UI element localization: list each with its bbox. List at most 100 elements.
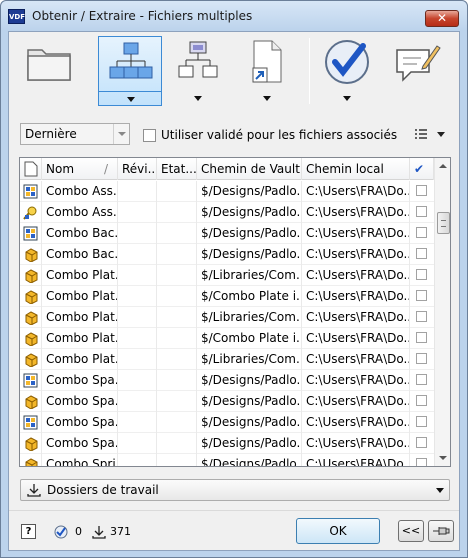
scrollbar-thumb[interactable]	[437, 212, 450, 234]
row-select-checkbox[interactable]	[416, 269, 427, 280]
row-type-cell	[20, 328, 42, 349]
row-revision	[118, 391, 157, 412]
file-type-column-header[interactable]	[20, 158, 42, 180]
row-name: Combo Ass...	[42, 181, 118, 202]
row-select-checkbox[interactable]	[416, 206, 427, 217]
version-select[interactable]: Dernière	[20, 123, 130, 145]
location-select[interactable]: Dossiers de travail	[20, 479, 450, 501]
row-revision	[118, 412, 157, 433]
pin-button[interactable]	[428, 520, 454, 542]
collapse-button[interactable]: <<	[398, 520, 424, 542]
row-select-checkbox[interactable]	[416, 311, 427, 322]
row-select-checkbox[interactable]	[416, 395, 427, 406]
use-released-checkbox[interactable]	[143, 129, 156, 142]
row-revision	[118, 223, 157, 244]
row-revision	[118, 202, 157, 223]
assembly-icon	[23, 415, 38, 430]
child-hierarchy-tool-button[interactable]	[166, 36, 230, 106]
table-row[interactable]: Combo Bac... $/Designs/Padlo... C:\Users\F…	[20, 223, 434, 244]
row-vault-path: $/Designs/Padlo...	[197, 202, 302, 223]
row-state	[157, 433, 197, 454]
table-row[interactable]: Combo Plat... $/Libraries/Com...C:\Users\…	[20, 265, 434, 286]
chevron-down-icon[interactable]	[436, 488, 444, 493]
row-revision	[118, 349, 157, 370]
help-button[interactable]: ?	[21, 524, 36, 539]
row-state	[157, 370, 197, 391]
vault-path-column-header[interactable]: Chemin de Vault	[197, 158, 302, 180]
grid-header: Nom / Révi... Etat... Chemin de Vault Ch…	[20, 158, 434, 180]
row-select-checkbox[interactable]	[416, 374, 427, 385]
close-button[interactable]: ✕	[425, 10, 459, 27]
checkout-tool-button[interactable]	[315, 36, 379, 106]
row-type-cell	[20, 202, 42, 223]
table-row[interactable]: Combo Plat... $/Combo Plate i...C:\Users\…	[20, 286, 434, 307]
part-icon	[25, 353, 38, 367]
row-type-cell	[20, 244, 42, 265]
state-column-header[interactable]: Etat...	[157, 158, 197, 180]
row-vault-path: $/Designs/Padlo...	[197, 412, 302, 433]
local-path-column-header[interactable]: Chemin local	[302, 158, 410, 180]
row-revision	[118, 307, 157, 328]
vertical-scrollbar[interactable]	[434, 158, 450, 466]
folder-tool-button[interactable]	[17, 36, 81, 106]
table-row[interactable]: Combo Spa... $/Designs/Padlo...C:\Users\F…	[20, 391, 434, 412]
row-local-path: C:\Users\FRA\Do...	[302, 244, 410, 265]
checkout-count-icon	[54, 525, 68, 539]
row-vault-path: $/Designs/Padlo...	[197, 391, 302, 412]
table-row[interactable]: Combo Spa... $/Designs/Padlo...C:\Users\F…	[20, 412, 434, 433]
row-select-checkbox[interactable]	[416, 416, 427, 427]
table-row[interactable]: Combo Spri... $/Designs/Padlo...C:\Users\…	[20, 454, 434, 466]
row-name: Combo Spa...	[42, 433, 118, 454]
chevron-down-icon[interactable]	[343, 96, 351, 101]
select-column-header[interactable]: ✔	[410, 158, 434, 180]
row-name: Combo Spa...	[42, 370, 118, 391]
parent-hierarchy-tool-button[interactable]	[98, 36, 162, 106]
row-select-checkbox[interactable]	[416, 227, 427, 238]
title-bar[interactable]: VDF Obtenir / Extraire - Fichiers multip…	[1, 1, 467, 31]
row-select-checkbox[interactable]	[416, 290, 427, 301]
comment-tool-button[interactable]	[385, 36, 449, 106]
row-revision	[118, 286, 157, 307]
footer-divider	[9, 510, 459, 511]
row-type-cell	[20, 454, 42, 466]
row-state	[157, 244, 197, 265]
table-row[interactable]: Combo Plat... $/Libraries/Com...C:\Users\…	[20, 307, 434, 328]
row-vault-path: $/Combo Plate i...	[197, 328, 302, 349]
row-select-checkbox[interactable]	[416, 332, 427, 343]
revision-column-header[interactable]: Révi...	[118, 158, 157, 180]
row-state	[157, 223, 197, 244]
shortcut-tool-button[interactable]	[235, 36, 299, 106]
table-row[interactable]: Combo Spa... $/Designs/Padlo...C:\Users\F…	[20, 370, 434, 391]
chevron-down-icon[interactable]	[263, 96, 271, 101]
checkout-count: 0	[75, 525, 82, 538]
table-row[interactable]: Combo Spa... $/Designs/Padlo...C:\Users\F…	[20, 433, 434, 454]
row-select-checkbox[interactable]	[416, 185, 427, 196]
ok-button[interactable]: OK	[296, 518, 380, 544]
table-row[interactable]: Combo Ass... $/Designs/Padlo... C:\Users\F…	[20, 181, 434, 202]
checkmark-circle-icon	[325, 40, 369, 84]
table-row[interactable]: Combo Bac... $/Designs/Padlo... C:\Users\F…	[20, 244, 434, 265]
row-state	[157, 286, 197, 307]
dialog-body: Dernière Utiliser validé pour les fichie…	[8, 31, 460, 551]
row-state	[157, 454, 197, 466]
view-options-button[interactable]	[413, 126, 449, 142]
chevron-down-icon[interactable]	[113, 124, 129, 144]
chevron-down-icon[interactable]	[194, 96, 202, 101]
use-released-label: Utiliser validé pour les fichiers associ…	[161, 128, 398, 142]
row-select-checkbox[interactable]	[416, 353, 427, 364]
scroll-up-icon[interactable]	[439, 164, 447, 168]
name-column-header[interactable]: Nom /	[42, 158, 118, 180]
row-select-checkbox[interactable]	[416, 458, 427, 466]
row-local-path: C:\Users\FRA\Do...	[302, 454, 410, 466]
row-revision	[118, 328, 157, 349]
table-row[interactable]: Combo Ass... $/Designs/Padlo... C:\Users\F…	[20, 202, 434, 223]
chevron-down-icon[interactable]	[127, 97, 135, 102]
scroll-down-icon[interactable]	[439, 456, 447, 460]
part-icon	[25, 269, 38, 283]
table-row[interactable]: Combo Plat... $/Combo Plate i...C:\Users\…	[20, 328, 434, 349]
row-revision	[118, 433, 157, 454]
table-row[interactable]: Combo Plat... $/Libraries/Com...C:\Users\…	[20, 349, 434, 370]
row-select-checkbox[interactable]	[416, 437, 427, 448]
row-select-checkbox[interactable]	[416, 248, 427, 259]
app-logo-icon: VDF	[8, 9, 25, 24]
